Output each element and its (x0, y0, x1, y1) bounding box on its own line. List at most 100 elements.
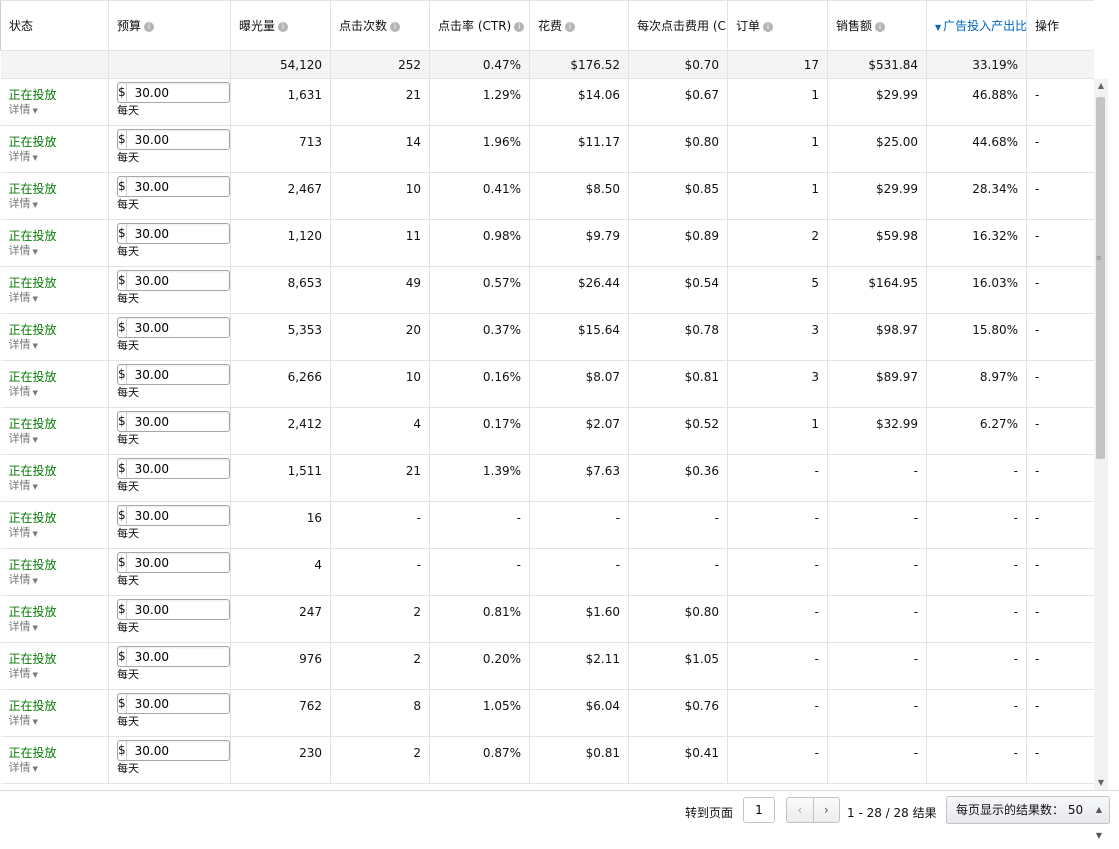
budget-field[interactable]: $ (117, 223, 285, 244)
budget-input[interactable] (126, 224, 285, 243)
status-label: 正在投放 (8, 605, 57, 619)
clicks-cell: - (330, 548, 430, 596)
column-header[interactable]: 操作 (1026, 0, 1094, 51)
details-dropdown[interactable]: 详情 ▼ (9, 619, 101, 636)
details-dropdown[interactable]: 详情 ▼ (9, 478, 101, 495)
cpc-cell: $0.54 (628, 266, 728, 314)
column-header[interactable]: 每次点击费用 (CPC)i (628, 0, 728, 51)
details-label: 详情 (8, 526, 31, 539)
sales-cell: - (827, 595, 927, 643)
budget-input[interactable] (126, 647, 285, 666)
acos-cell: 15.80% (926, 313, 1027, 361)
column-header[interactable]: 销售额 i (827, 0, 927, 51)
column-header[interactable]: 订单 i (727, 0, 828, 51)
column-header[interactable]: 点击次数 i (330, 0, 430, 51)
details-dropdown[interactable]: 详情 ▼ (9, 666, 101, 683)
action-cell: - (1026, 548, 1094, 596)
budget-input[interactable] (126, 694, 285, 713)
table-row: 正在投放详情▼$每天97620.20%$2.11$1.05---- (0, 642, 1094, 690)
budget-field[interactable]: $ (117, 552, 285, 573)
budget-field[interactable]: $ (117, 599, 285, 620)
details-dropdown[interactable]: 详情 ▼ (9, 713, 101, 730)
budget-input[interactable] (126, 271, 285, 290)
details-dropdown[interactable]: 详情 ▼ (9, 572, 101, 589)
scroll-up-arrow-icon[interactable]: ▲ (1094, 79, 1108, 93)
budget-input[interactable] (126, 506, 285, 525)
budget-input[interactable] (126, 412, 285, 431)
details-dropdown[interactable]: 详情 ▼ (9, 431, 101, 448)
caret-down-icon: ▼ (32, 389, 38, 397)
details-dropdown[interactable]: 详情 ▼ (9, 337, 101, 354)
info-icon[interactable]: i (875, 21, 886, 32)
budget-field[interactable]: $ (117, 693, 285, 714)
budget-period-label: 每天 (117, 198, 139, 211)
budget-input[interactable] (126, 83, 285, 102)
budget-field[interactable]: $ (117, 505, 285, 526)
table-body: 正在投放详情▼$每天1,631211.29%$14.06$0.671$29.99… (0, 78, 1094, 784)
budget-field[interactable]: $ (117, 458, 285, 479)
budget-field[interactable]: $ (117, 411, 285, 432)
budget-input[interactable] (126, 459, 285, 478)
action-cell: - (1026, 219, 1094, 267)
budget-cell: $ 每天 (108, 313, 285, 361)
budget-field[interactable]: $ (117, 317, 285, 338)
details-dropdown[interactable]: 详情 ▼ (9, 525, 101, 542)
orders-cell: - (727, 595, 828, 643)
acos-cell: - (926, 689, 1027, 737)
budget-input[interactable] (126, 365, 285, 384)
sales-cell: $89.97 (827, 360, 927, 408)
prev-page-icon[interactable]: ‹ (787, 798, 814, 822)
budget-period-label: 每天 (117, 339, 139, 352)
column-header[interactable]: 花费 i (529, 0, 629, 51)
goto-page-input[interactable] (743, 797, 775, 823)
info-icon[interactable]: i (763, 21, 774, 32)
info-icon[interactable]: i (390, 21, 401, 32)
details-dropdown[interactable]: 详情 ▼ (9, 243, 101, 260)
cpc-cell: $0.52 (628, 407, 728, 455)
results-per-page-select[interactable]: 每页显示的结果数： 50 ▲ ▼ (946, 796, 1110, 840)
budget-input[interactable] (126, 600, 285, 619)
table-row: 正在投放详情▼$每天24720.81%$1.60$0.80---- (0, 595, 1094, 643)
budget-field[interactable]: $ (117, 129, 285, 150)
ctr-cell: 1.29% (429, 78, 530, 126)
budget-input[interactable] (126, 318, 285, 337)
column-header[interactable]: 曝光量 i (230, 0, 331, 51)
budget-field[interactable]: $ (117, 364, 285, 385)
column-header[interactable]: ▼广告投入产出比i (926, 0, 1027, 51)
budget-field[interactable]: $ (117, 270, 285, 291)
details-dropdown[interactable]: 详情 ▼ (9, 290, 101, 307)
budget-field[interactable]: $ (117, 176, 285, 197)
next-page-icon[interactable]: › (814, 798, 840, 822)
budget-input[interactable] (126, 553, 285, 572)
column-header[interactable]: 预算 i (108, 0, 231, 51)
action-cell: - (1026, 360, 1094, 408)
info-icon[interactable]: i (144, 21, 155, 32)
budget-input[interactable] (126, 741, 285, 760)
clicks-cell: 2 (330, 642, 430, 690)
caret-down-icon: ▼ (32, 436, 38, 444)
budget-field[interactable]: $ (117, 646, 285, 667)
info-icon[interactable]: i (514, 21, 525, 32)
details-dropdown[interactable]: 详情 ▼ (9, 760, 101, 777)
details-dropdown[interactable]: 详情 ▼ (9, 102, 101, 119)
scrollbar-thumb[interactable] (1096, 97, 1105, 459)
sales-cell: $98.97 (827, 313, 927, 361)
details-dropdown[interactable]: 详情 ▼ (9, 149, 101, 166)
budget-field[interactable]: $ (117, 82, 285, 103)
status-label: 正在投放 (8, 88, 57, 102)
info-icon[interactable]: i (565, 21, 576, 32)
caret-down-icon: ▼ (32, 154, 38, 162)
details-dropdown[interactable]: 详情 ▼ (9, 384, 101, 401)
column-header[interactable]: 状态 (0, 0, 109, 51)
currency-symbol: $ (118, 224, 127, 243)
budget-field[interactable]: $ (117, 740, 285, 761)
column-header[interactable]: 点击率 (CTR) i (429, 0, 530, 51)
budget-cell: $ 每天 (108, 219, 285, 267)
info-icon[interactable]: i (278, 21, 289, 32)
currency-symbol: $ (118, 694, 127, 713)
details-dropdown[interactable]: 详情 ▼ (9, 196, 101, 213)
budget-input[interactable] (126, 177, 285, 196)
vertical-scrollbar[interactable]: ▲ ≡ ▼ (1094, 79, 1108, 790)
budget-input[interactable] (126, 130, 285, 149)
scroll-down-arrow-icon[interactable]: ▼ (1094, 776, 1108, 790)
